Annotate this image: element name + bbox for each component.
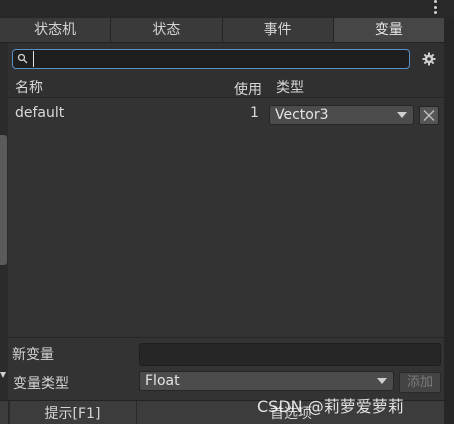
preferences-button[interactable]: 首选项 — [136, 401, 445, 424]
tab-variables[interactable]: 变量 — [333, 18, 444, 42]
column-header-use[interactable]: 使用 — [234, 79, 262, 99]
tab-bar: 状态机 状态 事件 变量 — [0, 18, 444, 43]
variable-type-label: 变量类型 — [13, 376, 69, 392]
tab-events[interactable]: 事件 — [222, 18, 334, 42]
variable-type-selected: Float — [145, 373, 180, 389]
variable-use-count: 1 — [250, 105, 259, 121]
right-scrollbar-gutter — [444, 18, 454, 424]
search-icon[interactable] — [17, 53, 31, 65]
new-variable-form: 新变量 变量类型 Float 添加 — [8, 338, 444, 400]
close-icon — [423, 110, 435, 121]
search-input[interactable] — [33, 51, 404, 67]
chevron-down-icon — [397, 112, 407, 118]
tab-states[interactable]: 状态 — [111, 18, 223, 42]
left-scroll-handle[interactable] — [0, 135, 7, 265]
kebab-menu-icon[interactable] — [430, 0, 440, 14]
variable-type-value: Vector3 — [275, 107, 329, 123]
title-strip — [0, 0, 454, 18]
collapse-arrow-icon[interactable] — [0, 372, 6, 378]
search-box — [12, 49, 410, 69]
variable-type-dropdown[interactable]: Vector3 — [269, 105, 414, 125]
fsm-variables-panel: 状态机 状态 事件 变量 名称 使用 类型 default 1 Vector3 … — [0, 0, 454, 424]
gear-icon[interactable] — [421, 51, 437, 67]
search-row — [8, 43, 444, 75]
delete-variable-button[interactable] — [419, 106, 439, 125]
variables-list-empty-area — [8, 130, 444, 336]
add-variable-button[interactable]: 添加 — [399, 372, 441, 393]
column-header-type[interactable]: 类型 — [276, 77, 304, 97]
bottom-toolbar: 提示[F1] 首选项 — [0, 400, 444, 424]
new-variable-label: 新变量 — [12, 347, 54, 363]
new-variable-input[interactable] — [139, 343, 441, 366]
tab-state-machine[interactable]: 状态机 — [0, 18, 112, 42]
variables-table-header: 名称 使用 类型 — [8, 75, 444, 98]
table-row[interactable]: default 1 Vector3 — [8, 98, 444, 130]
hint-button[interactable]: 提示[F1] — [10, 401, 135, 424]
chevron-down-icon — [377, 378, 387, 384]
variable-name[interactable]: default — [15, 105, 64, 121]
variable-type-select[interactable]: Float — [139, 371, 394, 391]
column-header-name[interactable]: 名称 — [15, 77, 43, 97]
